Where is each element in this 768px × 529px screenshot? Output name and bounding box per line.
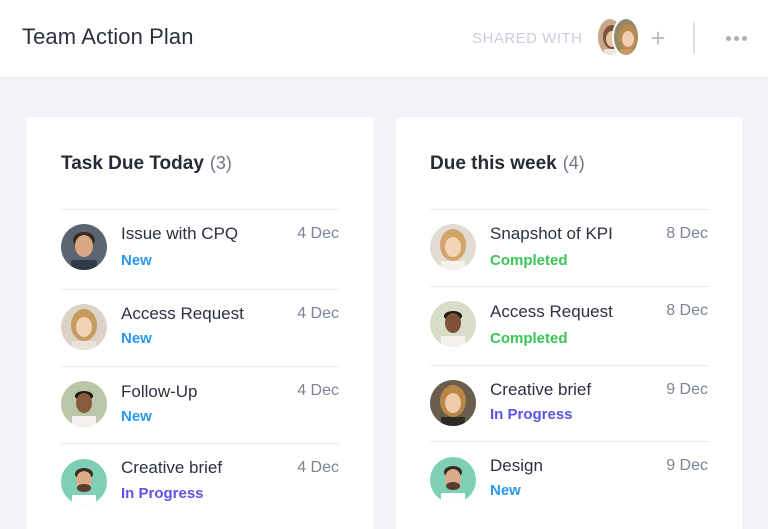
avatar bbox=[61, 459, 107, 505]
due-date: 8 Dec bbox=[666, 225, 708, 242]
task-name: Access Request bbox=[121, 304, 244, 323]
divider bbox=[693, 22, 695, 54]
due-this-week-card: Due this week (4) Snapshot of KPI Complet… bbox=[396, 117, 742, 529]
status-badge: In Progress bbox=[121, 485, 204, 502]
card-title-text: Task Due Today bbox=[61, 153, 204, 174]
list-item[interactable]: Creative brief In Progress 4 Dec bbox=[61, 443, 339, 521]
list-item[interactable]: Follow-Up New 4 Dec bbox=[61, 366, 339, 444]
task-name: Creative brief bbox=[121, 458, 223, 477]
due-date: 4 Dec bbox=[297, 382, 339, 399]
list-item[interactable]: Design New 9 Dec bbox=[430, 441, 708, 519]
status-badge: Completed bbox=[490, 330, 568, 347]
list-item[interactable]: Issue with CPQ New 4 Dec bbox=[61, 209, 339, 287]
add-member-button[interactable]: + bbox=[648, 25, 668, 51]
avatar bbox=[61, 381, 107, 427]
status-badge: Completed bbox=[490, 252, 568, 269]
status-badge: New bbox=[121, 252, 152, 269]
due-date: 9 Dec bbox=[666, 457, 708, 474]
card-title: Task Due Today (3) bbox=[61, 153, 232, 175]
card-title-text: Due this week bbox=[430, 153, 557, 174]
task-name: Creative brief bbox=[490, 380, 592, 399]
task-name: Issue with CPQ bbox=[121, 224, 239, 243]
task-name: Access Request bbox=[490, 302, 613, 321]
list-item[interactable]: Snapshot of KPI Completed 8 Dec bbox=[430, 209, 708, 287]
task-due-today-card: Task Due Today (3) Issue with CPQ New 4 D… bbox=[27, 117, 373, 529]
task-count: (3) bbox=[209, 153, 232, 173]
list-item[interactable]: Access Request New 4 Dec bbox=[61, 289, 339, 367]
task-count: (4) bbox=[562, 153, 585, 173]
shared-avatars[interactable] bbox=[596, 17, 640, 59]
avatar bbox=[61, 304, 107, 350]
due-date: 8 Dec bbox=[666, 302, 708, 319]
avatar[interactable] bbox=[612, 17, 640, 57]
status-badge: New bbox=[121, 408, 152, 425]
due-date: 9 Dec bbox=[666, 381, 708, 398]
avatar bbox=[430, 380, 476, 426]
status-badge: In Progress bbox=[490, 406, 573, 423]
header-bar: Team Action Plan SHARED WITH + bbox=[0, 0, 768, 78]
more-options-icon[interactable] bbox=[722, 28, 750, 48]
list-item[interactable]: Creative brief In Progress 9 Dec bbox=[430, 365, 708, 443]
task-name: Follow-Up bbox=[121, 382, 198, 401]
avatar bbox=[430, 301, 476, 347]
due-date: 4 Dec bbox=[297, 225, 339, 242]
shared-with-label: SHARED WITH bbox=[472, 30, 583, 47]
page-title: Team Action Plan bbox=[22, 24, 194, 49]
due-date: 4 Dec bbox=[297, 305, 339, 322]
task-name: Snapshot of KPI bbox=[490, 224, 613, 243]
list-item[interactable]: Access Request Completed 8 Dec bbox=[430, 286, 708, 364]
avatar bbox=[430, 457, 476, 503]
status-badge: New bbox=[490, 482, 521, 499]
avatar bbox=[61, 224, 107, 270]
due-date: 4 Dec bbox=[297, 459, 339, 476]
card-title: Due this week (4) bbox=[430, 153, 585, 175]
status-badge: New bbox=[121, 330, 152, 347]
task-name: Design bbox=[490, 456, 543, 475]
avatar bbox=[430, 224, 476, 270]
